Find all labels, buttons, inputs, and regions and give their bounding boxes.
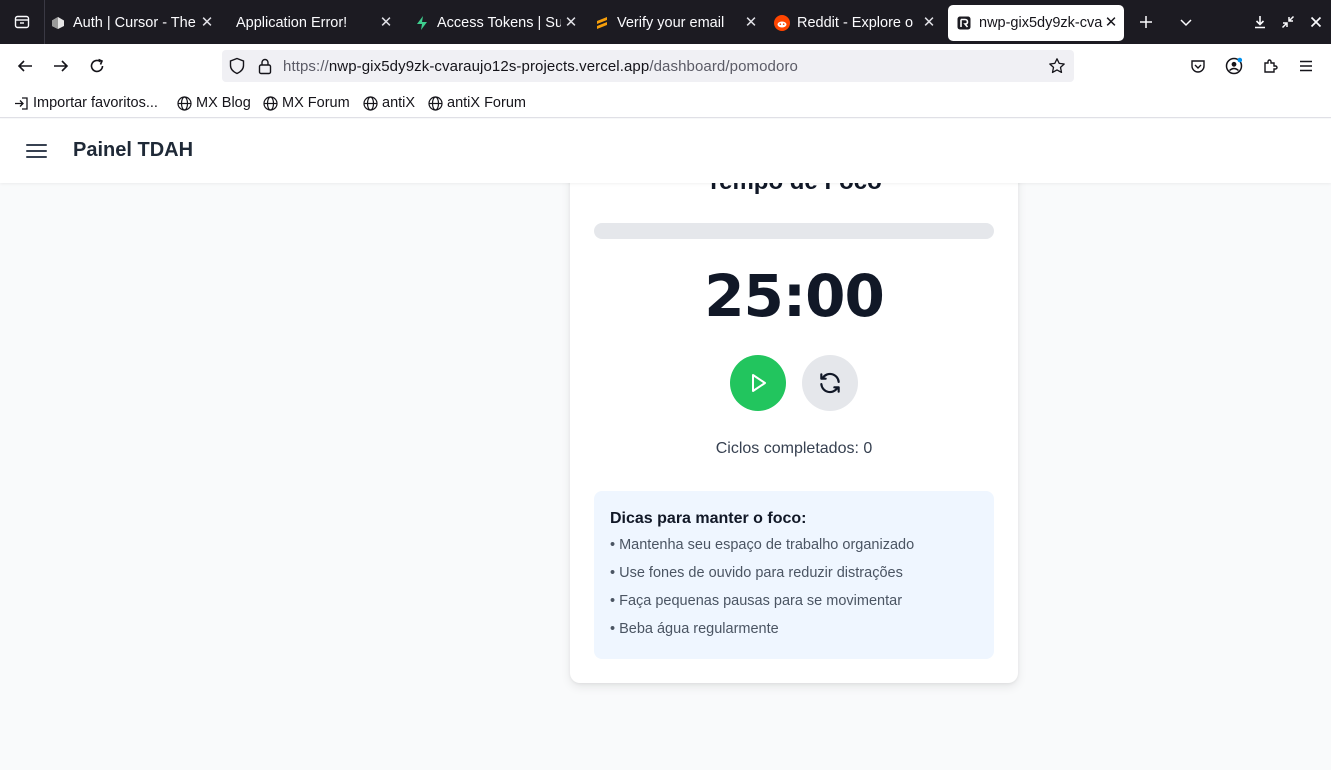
tab-close-icon[interactable]: ✕ <box>198 14 216 32</box>
new-tab-icon[interactable] <box>1134 10 1158 34</box>
cursor-icon <box>50 15 66 31</box>
browser-tab-bar: Auth | Cursor - The ✕ Application Error!… <box>0 0 1331 44</box>
tab-separator <box>44 0 45 44</box>
tab-verify-email[interactable]: Verify your email ✕ <box>594 5 764 41</box>
play-button[interactable] <box>730 355 786 411</box>
import-icon <box>15 96 28 110</box>
shield-icon[interactable] <box>228 57 246 80</box>
focus-tips-box: Dicas para manter o foco: • Mantenha seu… <box>594 491 994 659</box>
extensions-icon[interactable] <box>1258 54 1282 78</box>
bookmark-mx-forum[interactable]: MX Forum <box>263 93 350 113</box>
reddit-icon <box>774 15 790 31</box>
tab-reddit[interactable]: Reddit - Explore o ✕ <box>774 5 942 41</box>
cycles-completed: Ciclos completados: 0 <box>715 440 873 457</box>
tab-title: Application Error! <box>236 15 348 31</box>
url-scheme: https:// <box>283 58 329 75</box>
menu-icon[interactable] <box>1294 54 1318 78</box>
tab-title: Access Tokens | Su <box>437 15 561 31</box>
download-icon[interactable] <box>1248 10 1272 34</box>
app-title: Painel TDAH <box>73 139 194 161</box>
tip-item: • Faça pequenas pausas para se movimenta… <box>610 593 903 609</box>
sublime-icon <box>594 15 610 31</box>
app-header: Painel TDAH <box>0 119 1331 183</box>
tip-item: • Mantenha seu espaço de trabalho organi… <box>610 537 915 553</box>
globe-icon <box>177 95 192 111</box>
restore-window-icon[interactable] <box>1276 10 1300 34</box>
tab-close-icon[interactable]: ✕ <box>562 14 580 32</box>
pomodoro-card: Tempo de Foco 25:00 Ciclos completados: … <box>570 183 1018 683</box>
progress-bar <box>594 223 994 239</box>
tab-auth-cursor[interactable]: Auth | Cursor - The ✕ <box>50 5 220 41</box>
hamburger-menu-icon[interactable] <box>26 141 48 161</box>
supabase-icon <box>414 15 430 31</box>
url-bar[interactable]: https://nwp-gix5dy9zk-cvaraujo12s-projec… <box>222 50 1074 82</box>
tab-close-icon[interactable]: ✕ <box>742 14 760 32</box>
globe-icon <box>428 95 443 111</box>
refresh-icon <box>820 372 840 394</box>
play-icon <box>752 374 766 392</box>
forward-arrow-icon[interactable] <box>49 54 73 78</box>
account-icon[interactable] <box>1222 54 1246 78</box>
tab-access-tokens[interactable]: Access Tokens | Su ✕ <box>414 5 584 41</box>
tab-close-icon[interactable]: ✕ <box>920 14 938 32</box>
tab-title: Reddit - Explore o <box>797 15 914 31</box>
tab-pomodoro-active[interactable]: nwp-gix5dy9zk-cva ✕ <box>948 5 1124 41</box>
globe-icon <box>263 95 278 111</box>
tab-title: Auth | Cursor - The <box>73 15 196 31</box>
tip-item: • Use fones de ouvido para reduzir distr… <box>610 565 903 581</box>
reload-icon[interactable] <box>85 54 109 78</box>
bookmark-label: antiX Forum <box>447 95 526 111</box>
tab-title: Verify your email <box>617 15 725 31</box>
timer-display: 25:00 <box>704 262 885 330</box>
tab-title: nwp-gix5dy9zk-cva <box>979 15 1103 31</box>
bookmark-import[interactable]: Importar favoritos... <box>14 93 158 113</box>
bookmark-star-icon[interactable] <box>1048 57 1066 80</box>
pocket-icon[interactable] <box>1186 54 1210 78</box>
timer-mode-title: Tempo de Foco <box>570 183 1018 196</box>
bookmark-antix[interactable]: antiX <box>363 93 415 113</box>
lock-icon[interactable] <box>257 57 273 80</box>
url-path: /dashboard/pomodoro <box>649 58 798 75</box>
tab-list-chevron-icon[interactable] <box>1174 10 1198 34</box>
bookmark-label: antiX <box>382 95 416 111</box>
close-window-icon[interactable] <box>1304 10 1328 34</box>
bookmark-mx-blog[interactable]: MX Blog <box>177 93 251 113</box>
back-arrow-icon[interactable] <box>13 54 37 78</box>
bookmark-label: MX Forum <box>282 95 350 111</box>
main-content: Tempo de Foco 25:00 Ciclos completados: … <box>0 183 1331 770</box>
bookmarks-bar: Importar favoritos... MX Blog MX Forum a… <box>0 88 1331 118</box>
tip-item: • Beba água regularmente <box>610 621 779 637</box>
tab-overview-icon[interactable] <box>8 8 36 36</box>
reset-button[interactable] <box>802 355 858 411</box>
bookmark-label: Importar favoritos... <box>33 95 158 111</box>
bookmark-label: MX Blog <box>196 95 251 111</box>
replit-icon <box>956 15 972 31</box>
tab-application-error[interactable]: Application Error! ✕ <box>229 5 399 41</box>
globe-icon <box>363 95 378 111</box>
tips-title: Dicas para manter o foco: <box>610 510 807 527</box>
url-text[interactable]: https://nwp-gix5dy9zk-cvaraujo12s-projec… <box>283 58 798 75</box>
tab-close-icon[interactable]: ✕ <box>1102 14 1120 32</box>
tab-close-icon[interactable]: ✕ <box>377 14 395 32</box>
url-host: nwp-gix5dy9zk-cvaraujo12s-projects.verce… <box>328 58 650 75</box>
bookmark-antix-forum[interactable]: antiX Forum <box>428 93 526 113</box>
